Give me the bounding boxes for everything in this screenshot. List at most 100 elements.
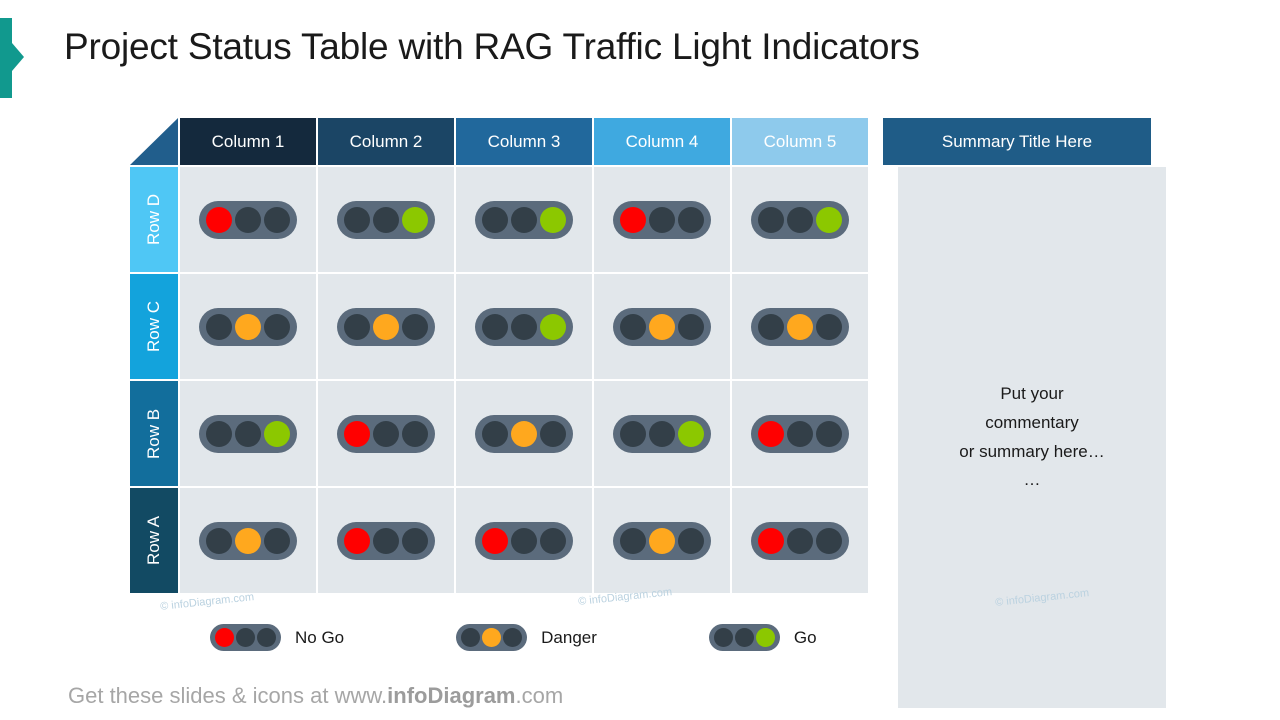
traffic-lamp-amber-on xyxy=(511,420,537,447)
traffic-light-green xyxy=(613,414,711,453)
footer-promo[interactable]: Get these slides & icons at www.infoDiag… xyxy=(68,683,563,709)
traffic-lamp-green-off xyxy=(264,313,290,340)
column-header-label: Column 5 xyxy=(763,131,837,151)
row-header-row-b[interactable]: Row B xyxy=(130,381,178,486)
legend: No Go Danger Go xyxy=(210,624,817,651)
legend-label: Danger xyxy=(541,627,597,647)
traffic-lamp-amber-on xyxy=(373,313,399,340)
column-header-3[interactable]: Column 3 xyxy=(456,118,592,165)
summary-header[interactable]: Summary Title Here xyxy=(883,118,1151,165)
traffic-lamp-amber-off xyxy=(649,206,675,233)
status-cell[interactable] xyxy=(456,167,592,272)
traffic-lamp-red-on xyxy=(344,527,370,554)
summary-panel[interactable]: Put your commentary or summary here… … xyxy=(898,167,1166,708)
traffic-lamp-amber-off xyxy=(511,206,537,233)
traffic-lamp-red-off xyxy=(758,313,784,340)
traffic-lamp-green-on xyxy=(264,420,290,447)
status-cell[interactable] xyxy=(594,488,730,593)
left-accent-bar xyxy=(0,18,12,98)
traffic-lamp-amber-off xyxy=(235,420,261,447)
traffic-light-red xyxy=(337,521,435,560)
traffic-lamp-red-off xyxy=(482,420,508,447)
traffic-lamp-red-off xyxy=(620,313,646,340)
traffic-light-red xyxy=(210,624,281,651)
corner-triangle-icon xyxy=(130,118,178,165)
traffic-light-red xyxy=(613,200,711,239)
traffic-lamp-green-off xyxy=(402,420,428,447)
row-header-row-d[interactable]: Row D xyxy=(130,167,178,272)
row-header-label: Row D xyxy=(144,194,163,246)
traffic-lamp-red-off xyxy=(206,313,232,340)
status-cell[interactable] xyxy=(318,381,454,486)
summary-header-label: Summary Title Here xyxy=(941,131,1093,151)
traffic-lamp-green-off xyxy=(503,628,523,647)
traffic-light-green xyxy=(337,200,435,239)
traffic-lamp-red-on xyxy=(344,420,370,447)
status-cell[interactable] xyxy=(594,274,730,379)
status-cell[interactable] xyxy=(456,381,592,486)
traffic-lamp-green-off xyxy=(264,206,290,233)
traffic-lamp-green-off xyxy=(678,313,704,340)
status-cell[interactable] xyxy=(318,488,454,593)
status-cell[interactable] xyxy=(180,381,316,486)
traffic-lamp-red-on xyxy=(482,527,508,554)
status-cell[interactable] xyxy=(732,488,868,593)
status-cell[interactable] xyxy=(180,274,316,379)
traffic-lamp-amber-off xyxy=(373,206,399,233)
traffic-lamp-green-off xyxy=(816,420,842,447)
traffic-lamp-amber-off xyxy=(787,420,813,447)
traffic-lamp-green-off xyxy=(816,313,842,340)
status-cell[interactable] xyxy=(594,167,730,272)
traffic-light-amber xyxy=(199,521,297,560)
traffic-lamp-red-off xyxy=(344,206,370,233)
column-header-1[interactable]: Column 1 xyxy=(180,118,316,165)
traffic-lamp-amber-off xyxy=(235,206,261,233)
status-cell[interactable] xyxy=(456,274,592,379)
traffic-lamp-red-off xyxy=(344,313,370,340)
status-cell[interactable] xyxy=(732,381,868,486)
status-cell[interactable] xyxy=(732,167,868,272)
traffic-lamp-amber-off xyxy=(373,527,399,554)
traffic-lamp-red-off xyxy=(620,420,646,447)
traffic-lamp-red-on xyxy=(620,206,646,233)
row-header-row-c[interactable]: Row C xyxy=(130,274,178,379)
status-cell[interactable] xyxy=(318,167,454,272)
status-cell[interactable] xyxy=(594,381,730,486)
footer-suffix: .com xyxy=(515,683,564,708)
traffic-lamp-green-off xyxy=(402,527,428,554)
traffic-light-green xyxy=(475,200,573,239)
traffic-light-red xyxy=(751,414,849,453)
traffic-lamp-amber-off xyxy=(787,527,813,554)
row-header-row-a[interactable]: Row A xyxy=(130,488,178,593)
traffic-lamp-green-on xyxy=(540,206,566,233)
traffic-lamp-green-off xyxy=(816,527,842,554)
column-header-2[interactable]: Column 2 xyxy=(318,118,454,165)
traffic-lamp-amber-off xyxy=(734,628,754,647)
legend-item-amber: Danger xyxy=(456,624,597,651)
row-header-label: Row B xyxy=(144,408,163,459)
traffic-lamp-red-off xyxy=(482,313,508,340)
traffic-lamp-red-off xyxy=(461,628,481,647)
status-cell[interactable] xyxy=(732,274,868,379)
legend-item-red: No Go xyxy=(210,624,344,651)
column-header-4[interactable]: Column 4 xyxy=(594,118,730,165)
watermark: © infoDiagram.com xyxy=(159,591,255,613)
status-table: Column 1 Column 2 Column 3 Column 4 Colu… xyxy=(130,118,1166,708)
traffic-light-red xyxy=(475,521,573,560)
status-cell[interactable] xyxy=(456,488,592,593)
traffic-lamp-red-off xyxy=(713,628,733,647)
traffic-lamp-amber-on xyxy=(787,313,813,340)
traffic-lamp-amber-off xyxy=(373,420,399,447)
traffic-lamp-green-off xyxy=(540,420,566,447)
status-cell[interactable] xyxy=(180,167,316,272)
table-corner-cell xyxy=(130,118,178,165)
status-cell[interactable] xyxy=(180,488,316,593)
column-header-5[interactable]: Column 5 xyxy=(732,118,868,165)
table-header-row: Column 1 Column 2 Column 3 Column 4 Colu… xyxy=(130,118,1151,165)
status-cell[interactable] xyxy=(318,274,454,379)
traffic-lamp-red-off xyxy=(758,206,784,233)
traffic-lamp-red-on xyxy=(758,420,784,447)
column-header-label: Column 4 xyxy=(625,131,699,151)
traffic-lamp-amber-off xyxy=(511,527,537,554)
traffic-lamp-green-off xyxy=(540,527,566,554)
